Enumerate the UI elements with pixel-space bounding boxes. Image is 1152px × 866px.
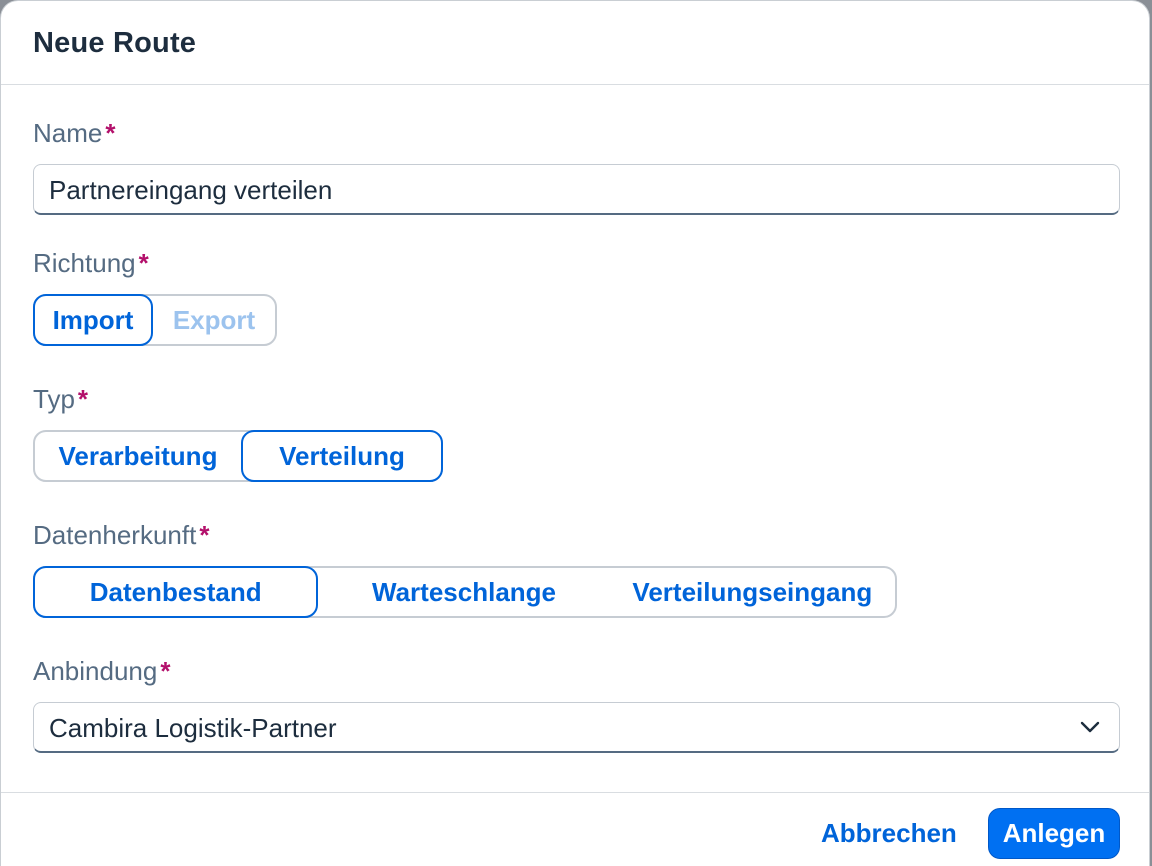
dialog-title: Neue Route [33,27,197,59]
binding-label-text: Anbindung [33,656,158,686]
required-marker: * [160,656,171,686]
name-input-value: Partnereingang verteilen [49,175,333,205]
type-segmented-button: Verarbeitung Verteilung [33,430,443,482]
data-origin-option-queue[interactable]: Warteschlange [318,566,609,618]
direction-label-text: Richtung [33,248,136,278]
type-label: Typ * [33,384,88,415]
direction-segmented-button: Import Export [33,294,277,346]
required-marker: * [105,118,116,148]
name-label: Name * [33,118,115,149]
type-option-distribution[interactable]: Verteilung [240,430,443,482]
binding-select[interactable]: Cambira Logistik-Partner [33,702,1120,753]
required-marker: * [77,384,89,414]
create-button[interactable]: Anlegen [988,808,1120,859]
name-label-text: Name [33,118,103,148]
dialog-header: Neue Route [1,1,1149,85]
required-marker: * [138,248,149,278]
required-marker: * [199,520,210,550]
name-input[interactable]: Partnereingang verteilen [33,164,1120,215]
binding-label: Anbindung * [33,656,170,687]
data-origin-label-text: Datenherkunft [33,520,197,550]
binding-select-value: Cambira Logistik-Partner [49,713,337,743]
direction-label: Richtung * [33,248,149,279]
type-option-processing[interactable]: Verarbeitung [35,430,241,482]
data-origin-label: Datenherkunft * [33,520,209,551]
new-route-dialog: Neue Route Name * Partnereingang verteile… [0,0,1150,866]
dialog-footer: Abbrechen Anlegen [1,792,1149,866]
data-origin-option-dataset[interactable]: Datenbestand [33,566,319,618]
data-origin-segmented-button: Datenbestand Warteschlange Verteilungsei… [33,566,897,618]
chevron-down-icon[interactable] [1079,716,1101,738]
type-label-text: Typ [33,384,75,414]
direction-option-export: Export [172,304,256,335]
data-origin-option-distribution-inbox[interactable]: Verteilungseingang [610,566,895,618]
direction-option-import[interactable]: Import [33,294,154,346]
cancel-button[interactable]: Abbrechen [809,809,969,857]
